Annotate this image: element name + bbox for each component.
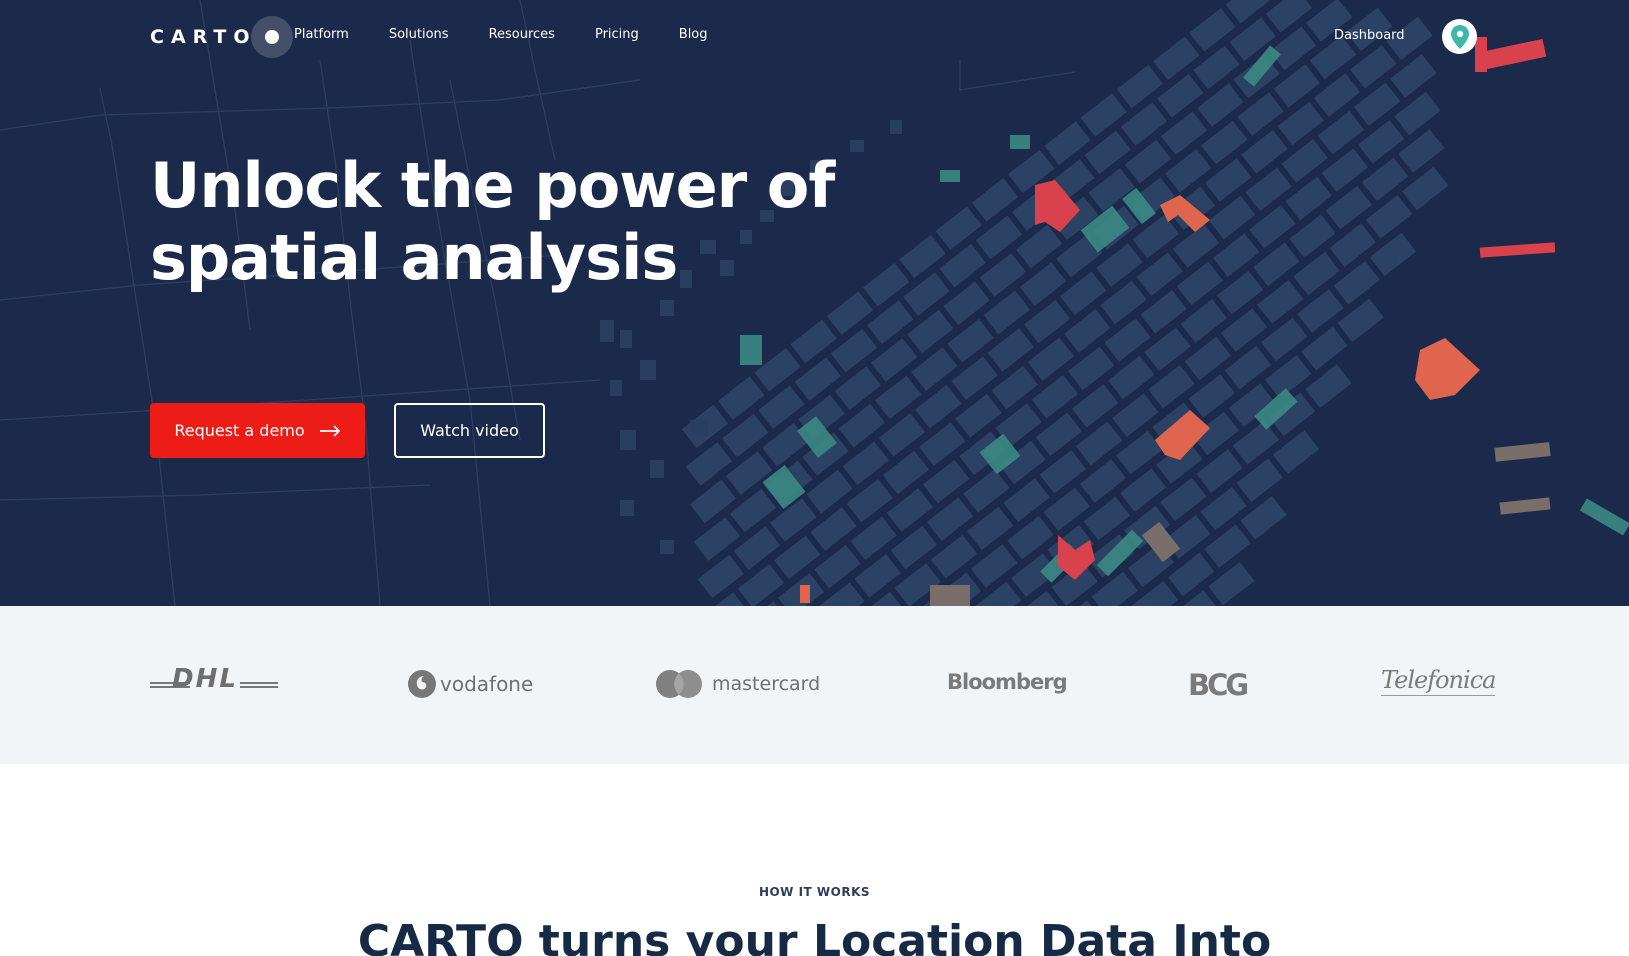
request-demo-button[interactable]: Request a demo (150, 403, 365, 458)
nav-link-resources[interactable]: Resources (489, 27, 555, 42)
mastercard-logo: mastercard (656, 670, 820, 698)
city-map-illustration (0, 0, 1629, 606)
how-it-works-label: HOW IT WORKS (758, 885, 871, 899)
mastercard-logo-text: mastercard (712, 673, 821, 695)
request-demo-label: Request a demo (174, 421, 305, 440)
vodafone-mark-icon (408, 670, 436, 698)
vodafone-logo: vodafone (408, 670, 533, 698)
vodafone-logo-text: vodafone (440, 672, 534, 696)
dashboard-link[interactable]: Dashboard (1334, 28, 1405, 43)
map-pin-icon (1450, 24, 1469, 49)
arrow-right-icon (319, 424, 340, 437)
hero-title-line-2: spatial analysis (150, 221, 678, 294)
nav-link-platform[interactable]: Platform (294, 27, 349, 42)
user-avatar[interactable] (1442, 19, 1477, 54)
main-menu: Platform Solutions Resources Pricing Blo… (294, 27, 748, 42)
nav-link-solutions[interactable]: Solutions (389, 27, 449, 42)
top-navigation: CARTO Platform Solutions Resources Prici… (0, 0, 1629, 74)
carto-logo[interactable]: CARTO (150, 16, 293, 58)
dhl-logo-text: DHL (172, 664, 238, 694)
logo-circle-icon (250, 16, 293, 58)
nav-link-pricing[interactable]: Pricing (595, 27, 639, 42)
hero-section: CARTO Platform Solutions Resources Prici… (0, 0, 1629, 606)
dhl-logo: DHL (150, 664, 278, 694)
hero-title: Unlock the power of spatial analysis (150, 150, 870, 294)
mastercard-circles-icon (656, 670, 702, 698)
nav-link-blog[interactable]: Blog (679, 27, 708, 42)
bcg-logo: BCG (1188, 668, 1249, 702)
how-it-works-title: CARTO turns your Location Data Into (357, 916, 1272, 956)
logo-text: CARTO (150, 26, 257, 48)
telefonica-logo: Telefonica (1381, 666, 1496, 696)
watch-video-button[interactable]: Watch video (394, 403, 545, 458)
hero-title-line-1: Unlock the power of (150, 149, 835, 222)
bloomberg-logo: Bloomberg (947, 670, 1068, 694)
